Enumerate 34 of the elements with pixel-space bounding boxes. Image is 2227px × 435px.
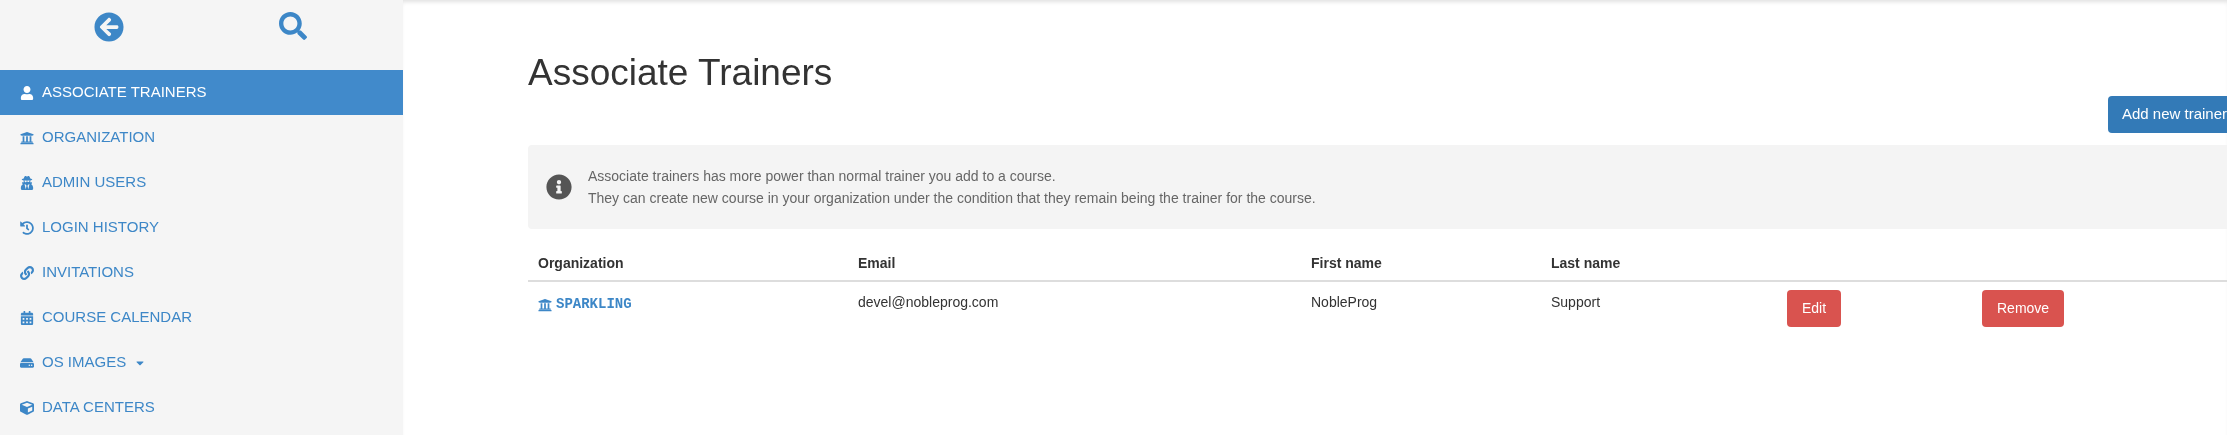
- user-icon: [20, 85, 34, 100]
- sidebar-item[interactable]: OS IMAGES: [0, 340, 403, 385]
- sidebar-item[interactable]: ASSOCIATE TRAINERS: [0, 70, 403, 115]
- search-icon[interactable]: [279, 12, 307, 40]
- info-text: Associate trainers has more power than normal trainer you add to a course.: [588, 167, 1057, 186]
- table-cell-text: devel@nobleprog.com: [858, 293, 999, 312]
- column-header: Email: [858, 253, 896, 273]
- sidebar-item[interactable]: DATA CENTERS: [0, 385, 403, 430]
- table-cell-text: NobleProg: [1311, 293, 1378, 312]
- table-cell-text: Support: [1551, 293, 1601, 312]
- sidebar-item[interactable]: ORGANIZATION: [0, 115, 403, 160]
- edit-button[interactable]: Edit: [1787, 290, 1842, 327]
- remove-button[interactable]: Remove: [1982, 290, 2065, 327]
- bank-building-icon: [20, 130, 34, 145]
- sidebar-item[interactable]: INVITATIONS: [0, 250, 403, 295]
- info-icon: [546, 174, 572, 200]
- info-text: They can create new course in your organization under the condition that they remain being the trainer for the course.: [588, 189, 1316, 208]
- user-secret-icon: [20, 175, 34, 190]
- column-header: First name: [1311, 253, 1382, 273]
- organization-link[interactable]: SPARKLING: [538, 292, 632, 315]
- cube-icon: [20, 400, 34, 415]
- link-icon: [20, 265, 34, 280]
- column-header: Last name: [1551, 253, 1621, 273]
- sidebar-item[interactable]: COURSE CALENDAR: [0, 295, 403, 340]
- page-title: Associate Trainers: [528, 51, 833, 95]
- history-icon: [20, 220, 34, 235]
- sidebar-item[interactable]: LOGIN HISTORY: [0, 205, 403, 250]
- drive-icon: [20, 355, 34, 370]
- calendar-icon: [20, 310, 34, 325]
- column-header: Organization: [538, 253, 624, 273]
- add-trainer-button[interactable]: Add new trainer: [2107, 96, 2227, 133]
- bank-building-icon: [538, 297, 552, 312]
- back-arrow-icon[interactable]: [94, 12, 124, 42]
- sidebar-item[interactable]: ADMIN USERS: [0, 160, 403, 205]
